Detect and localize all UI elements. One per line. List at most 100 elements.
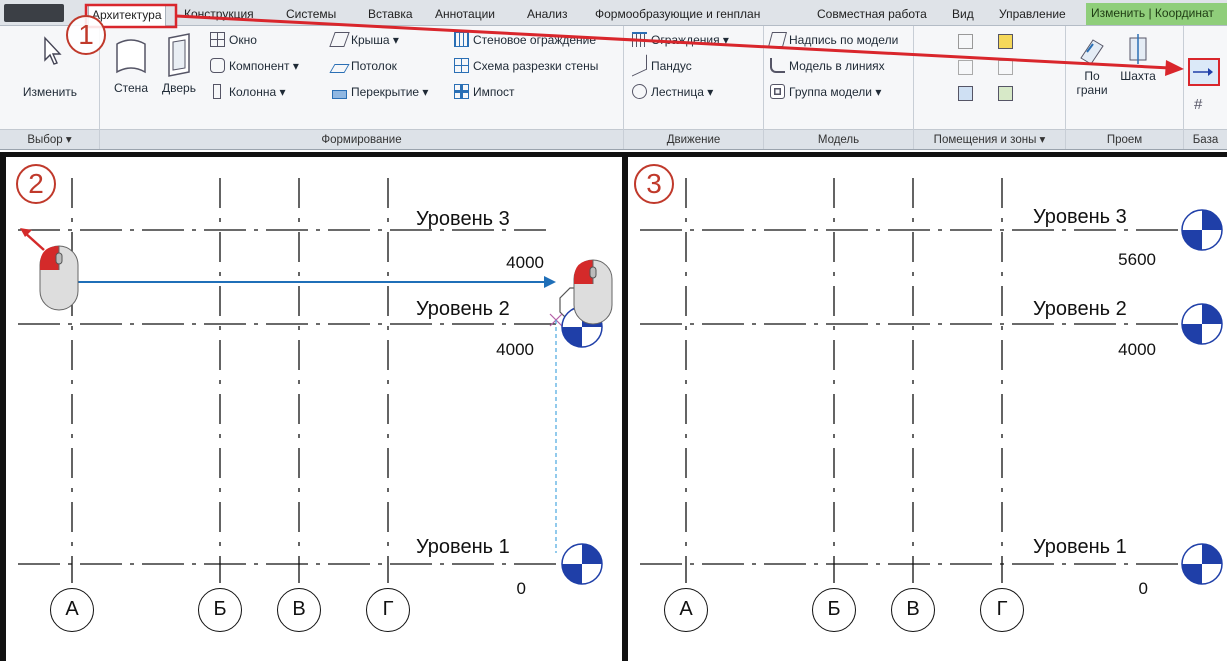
level-marker-2-result <box>1181 303 1223 345</box>
level-icon <box>1193 68 1213 76</box>
panel-model: Надпись по модели Модель в линиях Группа… <box>764 26 914 149</box>
curtain-system-label: Стеновое ограждение <box>473 33 597 47</box>
tag-area-icon[interactable] <box>998 86 1013 101</box>
step-1-callout: 1 <box>66 15 106 55</box>
model-group-label: Группа модели ▾ <box>789 85 882 99</box>
grid-bubble-v-result[interactable]: В <box>891 588 935 632</box>
elevation-view-after[interactable]: Уровень 3 5600 Уровень 2 4000 Уровень 1 … <box>628 158 1227 661</box>
elevation-view-before[interactable]: Уровень 3 4000 Уровень 2 4000 Уровень 1 … <box>6 158 622 661</box>
grid-bubble-a[interactable]: А <box>50 588 94 632</box>
grid-bubble-g-result[interactable]: Г <box>980 588 1024 632</box>
by-face-label: По грани <box>1076 69 1108 97</box>
shaft-icon <box>1129 34 1147 64</box>
level-1-name: Уровень 1 <box>416 536 510 558</box>
roof-icon <box>329 32 350 47</box>
level-marker-3-result <box>1181 209 1223 251</box>
door-button[interactable]: Дверь <box>156 32 202 95</box>
curtain-system-icon <box>454 32 469 47</box>
wall-button[interactable]: Стена <box>108 32 154 95</box>
ceiling-icon <box>329 64 350 73</box>
shaft-label: Шахта <box>1120 69 1156 83</box>
window-label: Окно <box>229 33 257 47</box>
floor-button[interactable]: Перекрытие ▾ <box>332 84 428 101</box>
level-1-name-result: Уровень 1 <box>1033 536 1127 558</box>
model-line-button[interactable]: Модель в линиях <box>770 58 885 75</box>
wall-label: Стена <box>113 81 148 95</box>
model-text-button[interactable]: Надпись по модели <box>767 32 898 49</box>
curtain-grid-icon <box>454 58 469 73</box>
model-text-icon <box>767 32 788 47</box>
mullion-icon <box>454 84 469 99</box>
grid-bubble-a-result[interactable]: А <box>664 588 708 632</box>
ramp-icon <box>632 54 647 77</box>
application-menu-button[interactable] <box>4 4 64 22</box>
stair-icon <box>632 84 647 99</box>
level-2-elevation-result: 4000 <box>1118 340 1156 359</box>
tab-view[interactable]: Вид <box>949 4 977 24</box>
tab-massing-site[interactable]: Формообразующие и генплан <box>592 4 763 24</box>
level-3-name-result: Уровень 3 <box>1033 206 1127 228</box>
elevation-drawing <box>18 178 613 585</box>
tab-collaborate[interactable]: Совместная работа <box>814 4 930 24</box>
mouse-start-icon <box>20 228 79 311</box>
panel-rooms: Помещения и зоны ▾ <box>914 26 1066 149</box>
tab-systems[interactable]: Системы <box>283 4 339 24</box>
panel-build: Стена Дверь Окно Компонент ▾ Колонна ▾ К… <box>100 26 624 149</box>
panel-select-title[interactable]: Выбор ▾ <box>0 129 99 149</box>
modify-label: Изменить <box>22 85 78 99</box>
shaft-button[interactable]: Шахта <box>1116 32 1160 83</box>
grid-bubble-g[interactable]: Г <box>366 588 410 632</box>
opening-by-face-icon <box>1080 39 1104 65</box>
model-line-label: Модель в линиях <box>789 59 885 73</box>
panel-build-title: Формирование <box>100 129 623 149</box>
by-face-button[interactable]: По грани <box>1070 32 1114 97</box>
level-2-name: Уровень 2 <box>416 298 510 320</box>
curtain-system-button[interactable]: Стеновое ограждение <box>454 32 596 49</box>
area-icon[interactable] <box>998 60 1013 75</box>
model-group-button[interactable]: Группа модели ▾ <box>770 84 881 101</box>
area-boundary-icon[interactable] <box>958 86 973 101</box>
panel-opening-title: Проем <box>1066 129 1183 149</box>
tab-annotate[interactable]: Аннотации <box>432 4 498 24</box>
cursor-arrow-icon <box>44 36 62 65</box>
panel-model-title: Модель <box>764 129 913 149</box>
grid-bubble-v[interactable]: В <box>277 588 321 632</box>
tag-room-icon[interactable] <box>998 34 1013 49</box>
ceiling-button[interactable]: Потолок <box>329 58 397 75</box>
level-tool-button[interactable] <box>1188 58 1220 86</box>
ribbon-panels: Изменить Выбор ▾ Стена Дверь Окно Компон… <box>0 26 1227 149</box>
mullion-button[interactable]: Импост <box>454 84 515 101</box>
tab-structure[interactable]: Конструкция <box>181 4 257 24</box>
stair-button[interactable]: Лестница ▾ <box>632 84 713 101</box>
level-lines-result <box>640 229 1203 565</box>
component-button[interactable]: Компонент ▾ <box>210 58 299 75</box>
panel-datum-title: База <box>1184 129 1227 149</box>
window-button[interactable]: Окно <box>210 32 257 49</box>
panel-datum: # База <box>1184 26 1227 149</box>
roof-button[interactable]: Крыша ▾ <box>329 32 399 49</box>
room-icon[interactable] <box>958 34 973 49</box>
panel-rooms-title[interactable]: Помещения и зоны ▾ <box>914 129 1065 149</box>
model-line-icon <box>770 58 785 73</box>
tab-modify-contextual[interactable]: Изменить | Координат <box>1086 3 1227 25</box>
tab-manage[interactable]: Управление <box>996 4 1069 24</box>
window-icon <box>210 32 225 47</box>
ramp-button[interactable]: Пандус <box>632 54 692 77</box>
curtain-grid-button[interactable]: Схема разрезки стены <box>454 58 598 75</box>
grid-tool-icon[interactable]: # <box>1194 96 1202 113</box>
tab-insert[interactable]: Вставка <box>365 4 416 24</box>
level-2-name-result: Уровень 2 <box>1033 298 1127 320</box>
level-marker-1-result <box>1181 543 1223 585</box>
tab-analyze[interactable]: Анализ <box>524 4 571 24</box>
model-group-icon <box>770 84 785 99</box>
room-separator-icon[interactable] <box>958 60 973 75</box>
grid-bubble-b[interactable]: Б <box>198 588 242 632</box>
railing-button[interactable]: Ограждения ▾ <box>632 32 729 49</box>
step-2-callout: 2 <box>16 164 56 204</box>
roof-label: Крыша ▾ <box>351 33 399 47</box>
level-1-elevation: 0 <box>516 579 526 598</box>
step-3-callout: 3 <box>634 164 674 204</box>
column-button[interactable]: Колонна ▾ <box>210 84 286 101</box>
component-icon <box>210 58 225 73</box>
grid-bubble-b-result[interactable]: Б <box>812 588 856 632</box>
